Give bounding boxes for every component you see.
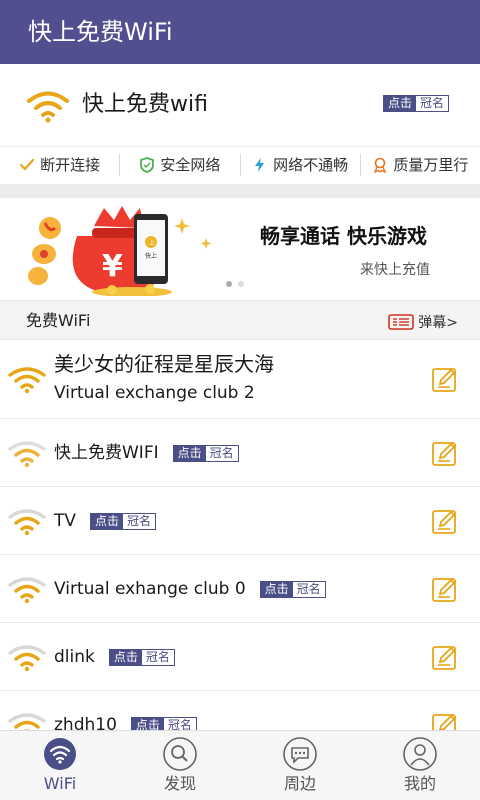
wifi-name: 快上免费WIFI 点击 冠名 xyxy=(54,441,239,465)
badge-name-text: 冠名 xyxy=(292,581,325,597)
nav-tab-nearby[interactable]: 周边 xyxy=(240,731,360,800)
search-icon xyxy=(163,737,197,771)
nav-label: WiFi xyxy=(43,774,77,793)
wifi-name-text: 美少女的征程是星辰大海 xyxy=(54,352,274,376)
free-wifi-section-header: 免费WiFi 弹幕> xyxy=(0,300,480,340)
app-title: 快上免费WiFi xyxy=(28,18,173,46)
wifi-name-text: 快上免费WIFI xyxy=(54,443,159,463)
promo-banner[interactable]: ¥ 上 快上 畅享通话 快乐游戏 来快上充值 xyxy=(0,198,480,300)
sponsor-badge[interactable]: 点击 冠名 xyxy=(259,580,326,598)
sponsor-badge[interactable]: 点击 冠名 xyxy=(383,95,450,112)
wifi-name: Virtual exhange club 0 点击 冠名 xyxy=(54,577,326,601)
bottom-nav: WiFi 发现 周边 我的 xyxy=(0,730,480,800)
disconnect-label: 断开连接 xyxy=(40,156,101,174)
money-bag-illustration: ¥ 上 快上 xyxy=(28,206,212,296)
badge-click-text: 点击 xyxy=(260,581,293,597)
badge-click-text: 点击 xyxy=(384,96,417,111)
badge-name-text: 冠名 xyxy=(416,96,449,111)
nav-tab-mine[interactable]: 我的 xyxy=(360,731,480,800)
profile-icon xyxy=(403,737,437,771)
banner-headline: 畅享通话 快乐游戏 xyxy=(260,224,427,248)
wifi-network-list: 美少女的征程是星辰大海 Virtual exchange club 2 快上免费… xyxy=(0,340,480,730)
quality-check-label: 质量万里行 xyxy=(393,156,469,174)
carousel-dot[interactable] xyxy=(238,281,244,287)
sponsor-badge[interactable]: 点击 冠名 xyxy=(172,444,239,462)
title-bar: 快上免费WiFi xyxy=(0,0,480,64)
secure-network-label: 安全网络 xyxy=(160,156,221,174)
wifi-name-text: zhdh10 xyxy=(54,715,117,730)
lightning-icon xyxy=(255,157,265,172)
medal-icon xyxy=(374,157,387,173)
check-icon xyxy=(20,158,35,171)
section-divider xyxy=(0,184,480,198)
connected-network-card[interactable]: 快上免费wifi 点击 冠名 断开连接 安全网络 网络不通畅 质量万里行 xyxy=(0,64,480,184)
wifi-signal-icon xyxy=(8,577,46,604)
app-root: 快上免费WiFi 快上免费wifi 点击 冠名 断开连接 安全网络 网络不通畅 … xyxy=(0,0,480,800)
wifi-signal-icon xyxy=(8,367,46,394)
nav-label: 发现 xyxy=(163,774,196,793)
carousel-dots xyxy=(226,281,244,287)
wifi-signal-icon xyxy=(27,91,69,123)
carousel-dot[interactable] xyxy=(226,281,232,287)
sponsor-badge[interactable]: 点击 冠名 xyxy=(108,648,175,666)
danmu-button[interactable]: 弹幕> xyxy=(388,312,458,332)
wifi-subtitle: Virtual exchange club 2 xyxy=(54,381,255,405)
wifi-name: zhdh10 点击 冠名 xyxy=(54,713,197,730)
wifi-name: 美少女的征程是星辰大海 xyxy=(54,350,274,378)
sponsor-badge[interactable]: 点击 冠名 xyxy=(90,512,157,530)
disconnect-button[interactable]: 断开连接 xyxy=(0,154,119,176)
edit-icon[interactable] xyxy=(432,440,458,466)
wifi-list-item[interactable]: dlink 点击 冠名 xyxy=(0,623,480,691)
edit-icon[interactable] xyxy=(432,576,458,602)
badge-click-text: 点击 xyxy=(91,513,124,529)
wifi-signal-icon xyxy=(8,713,46,730)
wifi-list-item[interactable]: 美少女的征程是星辰大海 Virtual exchange club 2 xyxy=(0,340,480,419)
wifi-signal-icon xyxy=(8,645,46,672)
wifi-signal-icon xyxy=(8,509,46,536)
nav-tab-discover[interactable]: 发现 xyxy=(120,731,240,800)
nav-tab-wifi[interactable]: WiFi xyxy=(0,731,120,800)
danmu-icon xyxy=(388,314,415,330)
wifi-subtitle-text: Virtual exchange club 2 xyxy=(54,383,255,403)
banner-phone-brand: 快上 xyxy=(145,252,157,260)
wifi-name-text: dlink xyxy=(54,647,95,667)
sponsor-badge[interactable]: 点击 冠名 xyxy=(130,716,197,730)
wifi-name-text: Virtual exhange club 0 xyxy=(54,579,246,599)
badge-name-text: 冠名 xyxy=(205,445,238,461)
danmu-label: 弹幕> xyxy=(418,315,458,331)
svg-text:上: 上 xyxy=(149,239,155,247)
connected-ssid: 快上免费wifi xyxy=(82,92,208,117)
edit-icon[interactable] xyxy=(432,366,458,392)
wifi-name: TV 点击 冠名 xyxy=(54,509,157,533)
section-title: 免费WiFi xyxy=(26,311,91,330)
banner-subtitle: 来快上充值 xyxy=(360,262,430,278)
wifi-list-item[interactable]: Virtual exhange club 0 点击 冠名 xyxy=(0,555,480,623)
nav-label: 我的 xyxy=(403,774,436,793)
badge-click-text: 点击 xyxy=(109,649,142,665)
quality-check-button[interactable]: 质量万里行 xyxy=(359,153,480,176)
edit-icon[interactable] xyxy=(432,508,458,534)
secure-network-button[interactable]: 安全网络 xyxy=(119,153,239,176)
shield-icon xyxy=(140,156,155,173)
badge-name-text: 冠名 xyxy=(123,513,156,529)
wifi-list-item[interactable]: 快上免费WIFI 点击 冠名 xyxy=(0,419,480,487)
wifi-icon xyxy=(44,738,76,770)
nav-label: 周边 xyxy=(283,774,316,793)
edit-icon[interactable] xyxy=(432,644,458,670)
network-slow-button[interactable]: 网络不通畅 xyxy=(239,153,360,176)
svg-text:¥: ¥ xyxy=(102,249,123,284)
badge-name-text: 冠名 xyxy=(163,717,196,730)
connection-actions: 断开连接 安全网络 网络不通畅 质量万里行 xyxy=(0,146,480,182)
network-slow-label: 网络不通畅 xyxy=(273,156,349,174)
wifi-list-item[interactable]: TV 点击 冠名 xyxy=(0,487,480,555)
edit-icon[interactable] xyxy=(432,712,458,730)
badge-name-text: 冠名 xyxy=(141,649,174,665)
wifi-name: dlink 点击 冠名 xyxy=(54,645,175,669)
badge-click-text: 点击 xyxy=(131,717,164,730)
chat-icon xyxy=(283,737,317,771)
wifi-list-item[interactable]: zhdh10 点击 冠名 xyxy=(0,691,480,730)
wifi-name-text: TV xyxy=(54,511,77,531)
badge-click-text: 点击 xyxy=(173,445,206,461)
wifi-signal-icon xyxy=(8,441,46,468)
